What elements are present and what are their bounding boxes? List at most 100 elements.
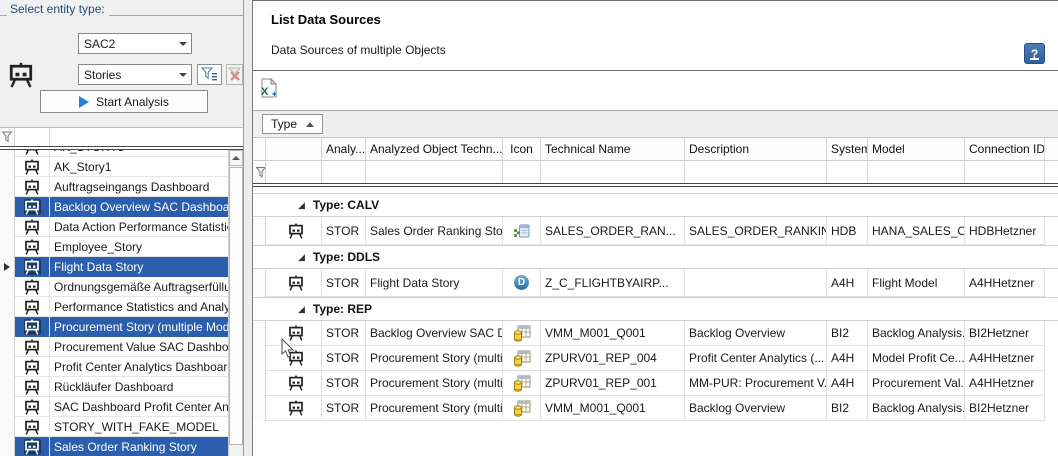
cell-analyzed-object: Backlog Overview SAC D... (366, 321, 503, 346)
story-list-item[interactable]: Performance Statistics and Analysis (0, 297, 228, 317)
entity-system-combobox[interactable]: SAC2 (78, 33, 192, 54)
grid-data-row[interactable]: STORSales Order Ranking StorySALES_ORDER… (253, 217, 1058, 245)
row-indicator (0, 237, 15, 257)
column-header-icon[interactable]: Icon (503, 138, 541, 160)
story-icon (24, 379, 40, 395)
story-list-item[interactable]: Profit Center Analytics Dashboard (Pr (0, 357, 228, 377)
grid-data-row[interactable]: STORFlight Data StoryDZ_C_FLIGHTBYAIRP..… (253, 269, 1058, 297)
story-icon-cell (15, 337, 50, 357)
column-header-description[interactable]: Description (685, 138, 827, 160)
export-to-excel-button[interactable]: X (259, 78, 279, 100)
filter-cell[interactable] (541, 161, 685, 183)
clear-filter-button[interactable] (226, 64, 243, 85)
filter-row-indicator (0, 128, 15, 146)
filter-cell[interactable] (50, 128, 243, 146)
story-icon (288, 325, 304, 341)
story-item-label: Sales Order Ranking Story (50, 437, 228, 456)
column-header-model[interactable]: Model (868, 138, 965, 160)
cell-technical-name: Z_C_FLIGHTBYAIRP... (541, 269, 685, 297)
filter-cell[interactable] (266, 161, 322, 183)
data-sources-grid: Type Analy...Analyzed Object Techn....Ic… (253, 110, 1058, 456)
story-list-item[interactable]: Ordnungsgemäße Auftragserfüllung (0, 277, 228, 297)
story-list-item[interactable]: Sales Order Ranking Story (0, 437, 228, 456)
column-header-technical-name[interactable]: Technical Name (541, 138, 685, 160)
row-indicator (253, 396, 266, 421)
clear-filter-icon (228, 67, 242, 82)
filter-cell[interactable] (503, 161, 541, 183)
story-icon-cell (15, 217, 50, 237)
combo-dropdown-button[interactable] (175, 65, 191, 84)
column-header-connection-id[interactable]: Connection ID (965, 138, 1045, 160)
story-list-item[interactable]: Data Action Performance Statistics an (0, 217, 228, 237)
group-by-panel[interactable]: Type (253, 111, 1058, 138)
group-expanded-icon[interactable]: ◢ (298, 201, 305, 210)
object-type-value: Stories (79, 68, 175, 82)
story-item-label: STORY_WITH_FAKE_MODEL (50, 417, 228, 437)
filter-cell[interactable] (322, 161, 366, 183)
entity-type-groupbox-caption: Select entity type: (0, 2, 243, 16)
grid-data-row[interactable]: STORProcurement Story (multi...ZPURV01_R… (253, 371, 1058, 396)
story-list-item[interactable]: Auftragseingangs Dashboard (0, 177, 228, 197)
grid-data-row[interactable]: STORProcurement Story (multi...ZPURV01_R… (253, 346, 1058, 371)
filter-cell[interactable] (15, 128, 50, 146)
story-list-item[interactable]: SAC Dashboard Profit Center Analytic (0, 397, 228, 417)
group-expanded-icon[interactable]: ◢ (298, 305, 305, 314)
column-header-analyzed-object-techn[interactable]: Analyzed Object Techn.... (366, 138, 503, 160)
story-list-item[interactable]: AK_Story1 (0, 157, 228, 177)
excel-export-icon: X (259, 78, 279, 100)
story-list-scrollbar[interactable] (228, 150, 243, 456)
story-list-item[interactable]: Procurement Value SAC Dashboard (0, 337, 228, 357)
entity-type-label: Select entity type: (7, 2, 109, 16)
cell-analyzed-object: Flight Data Story (366, 269, 503, 297)
cell-connection-id: BI2Hetzner (965, 321, 1045, 346)
row-indicator (0, 417, 15, 437)
story-icon (24, 159, 40, 175)
object-type-combobox[interactable]: Stories (78, 64, 192, 85)
story-icon (288, 223, 304, 239)
column-header-system[interactable]: System (827, 138, 868, 160)
cell-description (685, 269, 827, 297)
filter-cell[interactable] (965, 161, 1045, 183)
cell-connection-id: A4HHetzner (965, 371, 1045, 396)
story-list-item[interactable]: Employee_Story (0, 237, 228, 257)
scrollbar-thumb[interactable] (229, 167, 243, 445)
story-icon (24, 150, 40, 155)
edit-filter-button[interactable] (197, 64, 222, 85)
cell-icon (503, 396, 541, 421)
filter-cell[interactable] (868, 161, 965, 183)
group-row[interactable]: ◢Type: DDLS (253, 245, 1058, 269)
filter-cell[interactable] (685, 161, 827, 183)
page-header: List Data Sources Data Sources of multip… (253, 0, 1058, 71)
focused-row-arrow-icon (4, 263, 10, 271)
story-list-item[interactable]: Flight Data Story (0, 257, 228, 277)
story-item-label: Employee_Story (50, 237, 228, 257)
group-row[interactable]: ◢Type: REP (253, 297, 1058, 321)
panel-splitter[interactable] (243, 0, 252, 456)
story-list-item[interactable]: AK_STORY3 (0, 150, 228, 157)
grid-data-row[interactable]: STORBacklog Overview SAC D...VMM_M001_Q0… (253, 321, 1058, 346)
story-item-label: Profit Center Analytics Dashboard (Pr (50, 357, 228, 377)
row-indicator (0, 150, 15, 157)
group-by-type-chip[interactable]: Type (262, 114, 323, 134)
analyzed-object-icon-cell (266, 396, 322, 421)
filter-cell[interactable] (827, 161, 868, 183)
story-item-label: Auftragseingangs Dashboard (50, 177, 228, 197)
story-list-item[interactable]: STORY_WITH_FAKE_MODEL (0, 417, 228, 437)
story-list-filter-row[interactable] (0, 128, 243, 146)
scrollbar-up-button[interactable] (229, 150, 243, 166)
calculation-view-icon (503, 223, 540, 239)
story-list-item[interactable]: Procurement Story (multiple Models) (0, 317, 228, 337)
story-list-item[interactable]: Backlog Overview SAC Dashboard (0, 197, 228, 217)
combo-dropdown-button[interactable] (175, 34, 191, 53)
column-header-analy[interactable]: Analy... (322, 138, 366, 160)
cell-model: Model Profit Ce... (868, 346, 965, 371)
story-list-item[interactable]: Rückläufer Dashboard (0, 377, 228, 397)
group-expanded-icon[interactable]: ◢ (298, 253, 305, 262)
group-row[interactable]: ◢Type: CALV (253, 193, 1058, 217)
grid-filter-row[interactable] (253, 161, 1058, 183)
grid-data-row[interactable]: STORProcurement Story (multi...VMM_M001_… (253, 396, 1058, 421)
help-button[interactable]: ? (1024, 43, 1045, 64)
cell-system: BI2 (827, 321, 868, 346)
start-analysis-button[interactable]: Start Analysis (40, 90, 208, 113)
filter-cell[interactable] (366, 161, 503, 183)
